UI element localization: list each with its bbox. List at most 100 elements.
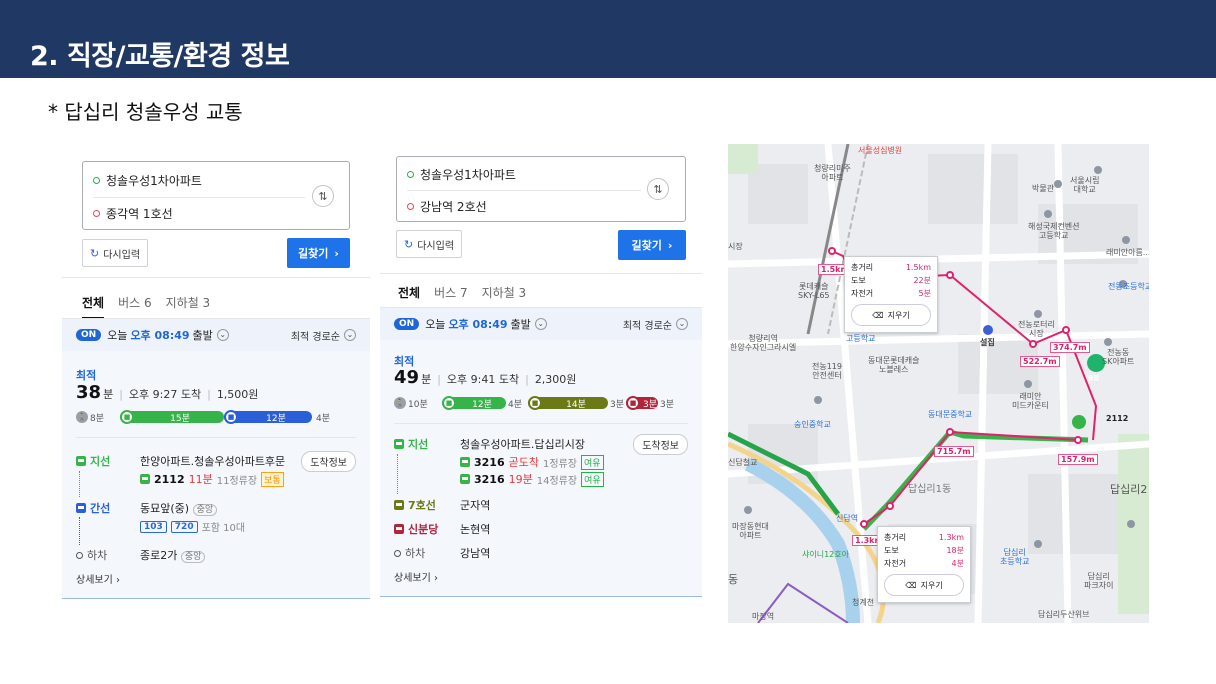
swap-icon[interactable]: ⇅ <box>647 178 669 200</box>
fare: 2,300원 <box>534 373 577 386</box>
origin-dot-icon <box>93 177 100 184</box>
sort-dropdown[interactable]: 최적 경로순 ⌄ <box>291 328 356 343</box>
route-panel-1: 청솔우성1차아파트 종각역 1호선 ⇅ ↻ 다시입력 길찾기 › 전체 버스 6… <box>62 152 370 599</box>
eraser-icon: ⌫ <box>905 580 917 590</box>
bus-numbers-row[interactable]: 103 720 포함 10대 <box>140 519 245 534</box>
alight-dot-icon <box>394 549 401 557</box>
route-result[interactable]: 최적 49 분 | 오후 9:41 도착 | 2,300원 🚶 10분 ■ 12분 4분… <box>380 340 702 596</box>
sort-dropdown[interactable]: 최적 경로순 ⌄ <box>623 317 688 332</box>
route-map[interactable]: 서울성심병원 청량리미주 아파트 박물관 서울시립 대학교 해성국제컨벤션 고등학교 … <box>728 144 1149 623</box>
dep-time[interactable]: 오후 08:49 <box>130 327 189 343</box>
dep-prefix: 오늘 <box>425 318 446 331</box>
popup-total: 1.5km <box>905 263 931 272</box>
map-label: 롯데캐슬 SKY-L65 <box>798 282 830 301</box>
bus-icon <box>394 439 404 449</box>
refresh-icon: ↻ <box>404 237 414 251</box>
duration-value: 38 <box>76 382 102 403</box>
map-label: 청량리미주 아파트 <box>814 164 851 183</box>
map-label: 동대문롯데캐슬 노블레스 <box>868 356 920 375</box>
distance-popup: 총거리 1.3km 도보 18분 자전거 4분 ⌫ 지우기 <box>877 526 971 603</box>
segment-bar: 🚶 10분 ■ 12분 4분 ■ 14분 3분 ■ 3분 3분 <box>394 396 694 410</box>
step-label: 하차 <box>405 547 426 560</box>
tab-subway[interactable]: 지하철 3 <box>166 294 211 319</box>
reset-button[interactable]: ↻ 다시입력 <box>396 230 463 258</box>
duration-unit: 분 <box>103 388 114 401</box>
destination-field[interactable]: 종각역 1호선 <box>93 205 173 222</box>
route-tabs: 전체 버스 6 지하철 3 <box>62 294 370 319</box>
arrival-info-button[interactable]: 도착정보 <box>633 434 688 455</box>
chevron-down-icon: ⌄ <box>344 329 356 341</box>
bus-line-row[interactable]: 3216 곧도착 1정류장 여유 <box>460 454 604 470</box>
header-bar: 2. 직장/교통/환경 정보 <box>0 0 1216 78</box>
step-stop: 종로2가 <box>140 549 178 562</box>
walk-icon: 🚶 <box>76 411 88 423</box>
origin-field[interactable]: 청솔우성1차아파트 <box>407 166 516 183</box>
map-label: 답십리두산위브 <box>1038 610 1090 619</box>
detail-link[interactable]: 상세보기 › <box>394 569 438 584</box>
alight-dot-icon <box>76 551 83 559</box>
clear-button[interactable]: ⌫ 지우기 <box>884 574 964 596</box>
median-tag: 중앙 <box>180 551 206 563</box>
section-subtitle: * 답십리 청솔우성 교통 <box>48 100 243 124</box>
map-label: 숭인중학교 <box>794 420 831 429</box>
on-badge[interactable]: ON <box>394 318 420 330</box>
duration-summary: 38 분 | 오후 9:27 도착 | 1,500원 <box>76 382 259 403</box>
bus-icon: ■ <box>224 410 238 424</box>
map-label: 래미안 미드카운티 <box>1012 392 1049 411</box>
dep-time[interactable]: 오후 08:49 <box>448 316 507 332</box>
chevron-right-icon: › <box>667 238 673 252</box>
route-input-box: 청솔우성1차아파트 종각역 1호선 ⇅ <box>82 161 350 230</box>
duration-unit: 분 <box>421 373 432 386</box>
bus-number-chip[interactable]: 720 <box>170 520 198 533</box>
origin-field[interactable]: 청솔우성1차아파트 <box>93 172 202 189</box>
distance-label: 157.9m <box>1058 454 1098 465</box>
arrival-time: 오후 9:41 도착 <box>446 373 520 386</box>
tab-subway[interactable]: 지하철 3 <box>482 284 527 309</box>
popup-bike-label: 자전거 <box>851 289 874 298</box>
bus-icon <box>76 456 86 466</box>
bus-icon <box>460 474 470 484</box>
popup-bike: 4분 <box>951 559 964 568</box>
tab-bus[interactable]: 버스 6 <box>118 294 152 319</box>
bus-line-row[interactable]: 2112 11분 11정류장 보통 <box>140 471 284 487</box>
search-button[interactable]: 길찾기 › <box>287 238 350 268</box>
chevron-down-icon[interactable]: ⌄ <box>216 329 229 341</box>
bus-number-chip[interactable]: 103 <box>140 520 167 533</box>
bus-line-row[interactable]: 3216 19분 14정류장 여유 <box>460 471 604 487</box>
popup-bike-label: 자전거 <box>884 559 907 568</box>
reset-button[interactable]: ↻ 다시입력 <box>82 239 149 267</box>
chevron-down-icon[interactable]: ⌄ <box>534 318 547 330</box>
distance-label: 522.7m <box>1020 356 1060 367</box>
detail-link[interactable]: 상세보기 › <box>76 571 120 586</box>
distance-popup: 총거리 1.5km 도보 22분 자전거 5분 ⌫ 지우기 <box>844 256 938 333</box>
route-result[interactable]: 최적 38 분 | 오후 9:27 도착 | 1,500원 🚶 8분 ■ 15분 ■ 12… <box>62 351 370 599</box>
step-stop: 한양아파트.청솔우성아파트후문 <box>140 455 286 468</box>
bus-icon: ■ <box>120 410 134 424</box>
page-title: 2. 직장/교통/환경 정보 <box>30 41 290 72</box>
bus-number: 2112 <box>154 472 185 486</box>
arrival-info-button[interactable]: 도착정보 <box>301 451 356 472</box>
tab-all[interactable]: 전체 <box>398 284 421 309</box>
chevron-right-icon: › <box>334 246 339 260</box>
destination-field[interactable]: 강남역 2호선 <box>407 198 487 215</box>
popup-total: 1.3km <box>938 533 964 542</box>
congestion-tag: 보통 <box>261 471 284 487</box>
destination-text: 강남역 2호선 <box>420 200 487 214</box>
bus-segment: ■ 15분 <box>120 410 224 424</box>
search-button[interactable]: 길찾기 › <box>618 230 686 260</box>
map-label: 동 <box>728 573 739 586</box>
start-marker-label[interactable]: 출발 <box>1088 375 1099 383</box>
map-label: 샤이니12호아 <box>802 550 849 559</box>
tab-bus[interactable]: 버스 7 <box>434 284 468 309</box>
swap-icon[interactable]: ⇅ <box>312 185 334 207</box>
step-stop: 군자역 <box>460 499 491 512</box>
subway-icon: ■ <box>528 396 542 410</box>
step-stop: 강남역 <box>460 547 491 560</box>
popup-total-label: 총거리 <box>851 263 874 272</box>
map-label: 전동초등학교 <box>1108 282 1149 291</box>
clear-button[interactable]: ⌫ 지우기 <box>851 304 931 326</box>
bus-seg-time: 15분 <box>170 413 190 424</box>
tab-all[interactable]: 전체 <box>82 294 105 319</box>
step-stop: 논현역 <box>460 523 491 536</box>
on-badge[interactable]: ON <box>76 329 102 341</box>
